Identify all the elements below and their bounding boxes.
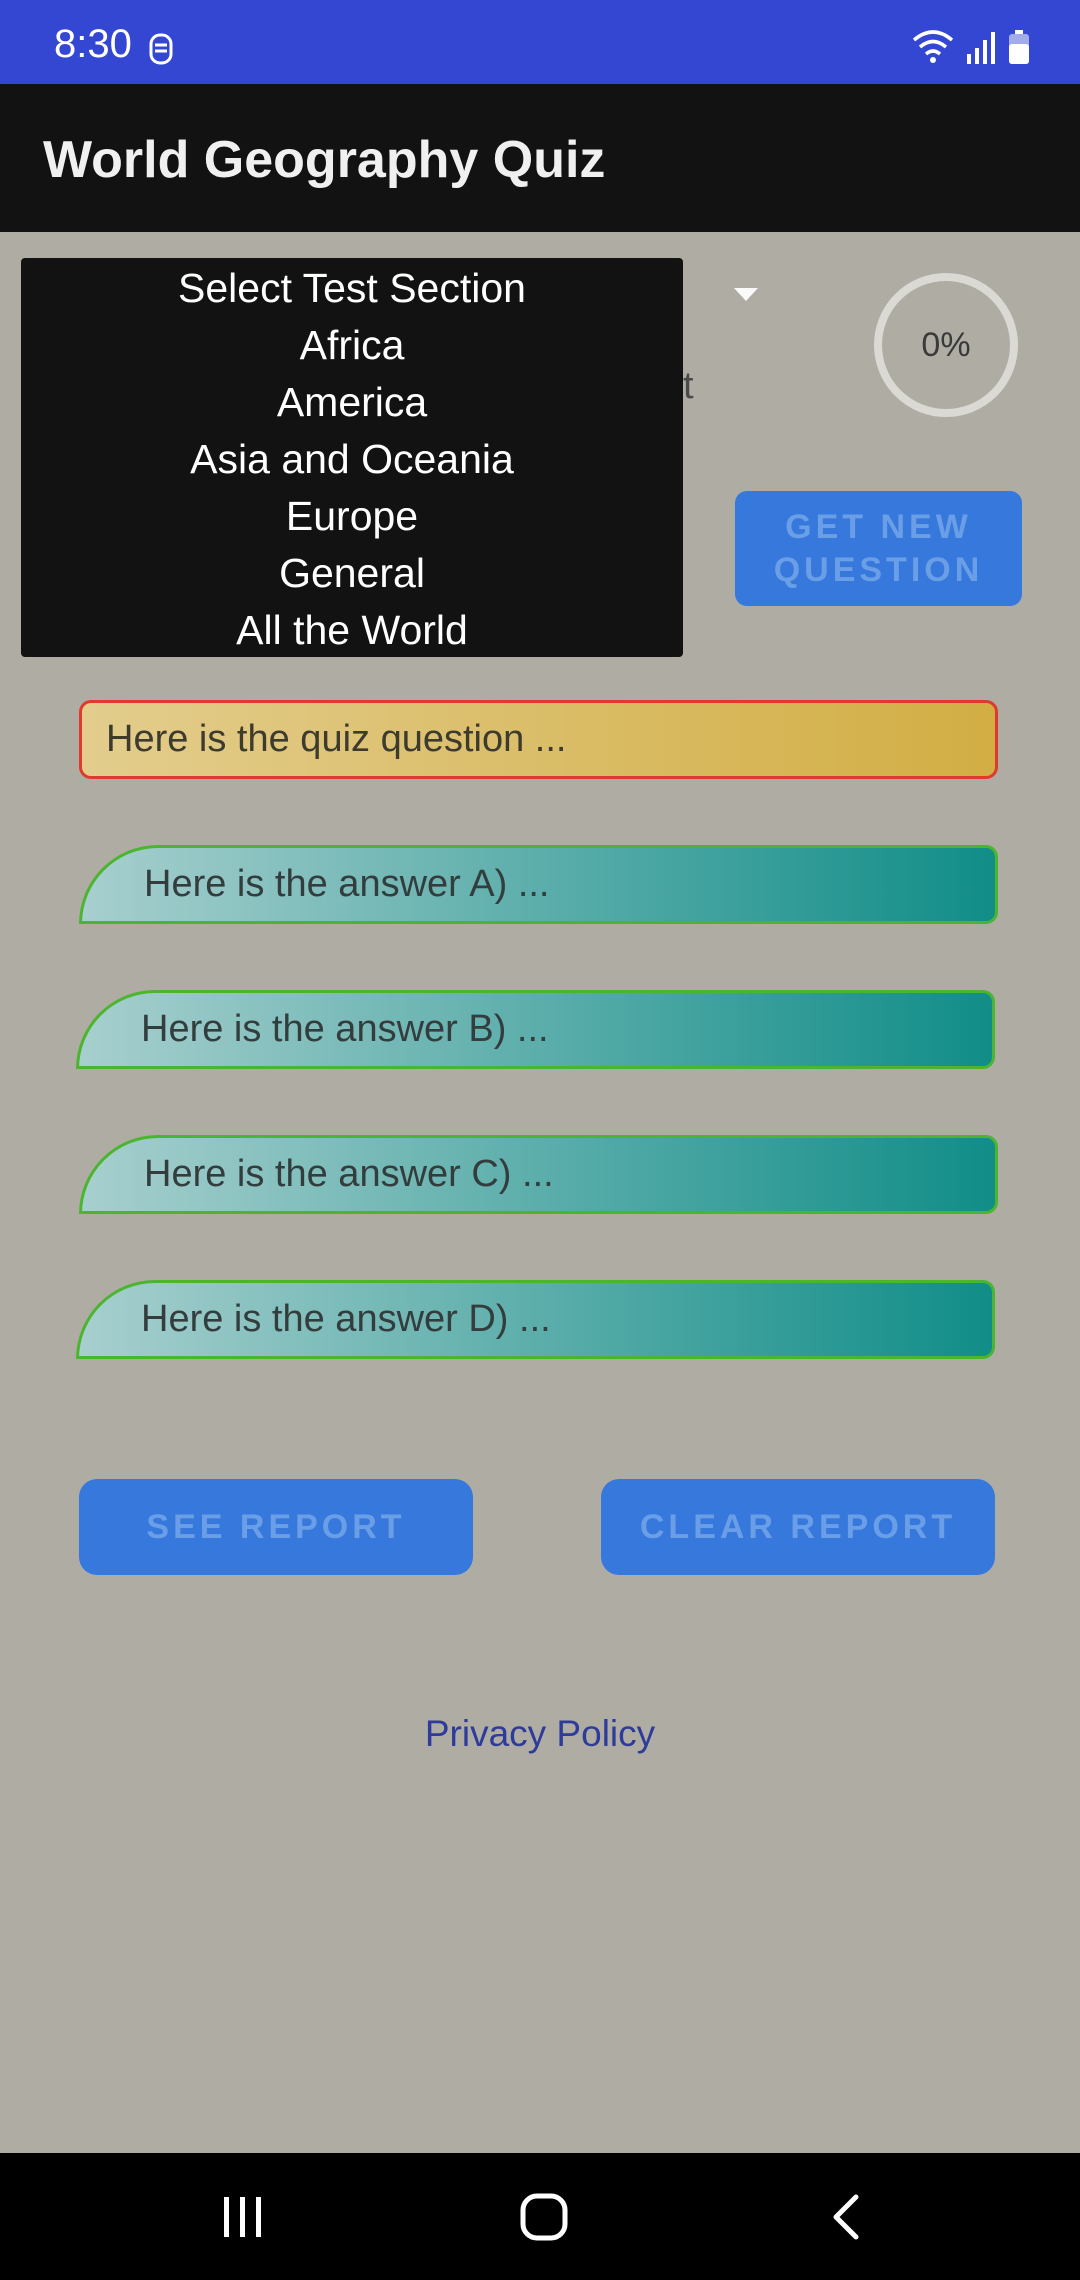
answer-c-button[interactable]: Here is the answer C) ... [79, 1135, 998, 1214]
answer-b-button[interactable]: Here is the answer B) ... [76, 990, 995, 1069]
clear-report-button[interactable]: CLEAR REPORT [601, 1479, 995, 1575]
answer-d-text: Here is the answer D) ... [141, 1298, 551, 1340]
dropdown-arrow-icon[interactable] [734, 288, 758, 301]
battery-icon [1009, 30, 1029, 64]
navigation-bar [0, 2153, 1080, 2280]
status-time: 8:30 [54, 22, 132, 66]
app-bar: World Geography Quiz [0, 84, 1080, 232]
answer-a-text: Here is the answer A) ... [144, 863, 550, 905]
sync-icon [149, 33, 173, 65]
dropdown-option-america[interactable]: America [21, 374, 683, 431]
app-screen: 8:30 World Geography Quiz 0% GET NEW QUE… [0, 0, 1080, 2280]
dropdown-option-general[interactable]: General [21, 545, 683, 602]
status-bar: 8:30 [0, 0, 1080, 84]
get-new-question-button[interactable]: GET NEW QUESTION [735, 491, 1022, 606]
back-icon[interactable] [818, 2193, 878, 2241]
section-dropdown: Select Test Section Africa America Asia … [21, 258, 683, 657]
progress-label: 0% [921, 325, 971, 364]
question-box: Here is the quiz question ... [79, 700, 998, 779]
dropdown-option-all-the-world[interactable]: All the World [21, 602, 683, 659]
status-icons [912, 30, 1030, 64]
progress-ring: 0% [874, 273, 1018, 417]
dropdown-option-europe[interactable]: Europe [21, 488, 683, 545]
answer-a-button[interactable]: Here is the answer A) ... [79, 845, 998, 924]
dropdown-option-africa[interactable]: Africa [21, 317, 683, 374]
privacy-policy-link[interactable]: Privacy Policy [0, 1713, 1080, 1755]
signal-icon [967, 32, 995, 64]
question-text: Here is the quiz question ... [106, 718, 567, 760]
recent-apps-icon[interactable] [212, 2193, 272, 2241]
answer-b-text: Here is the answer B) ... [141, 1008, 549, 1050]
wifi-icon [912, 30, 954, 63]
dropdown-option-select-test-section[interactable]: Select Test Section [21, 260, 683, 317]
home-icon[interactable] [514, 2193, 574, 2241]
answer-c-text: Here is the answer C) ... [144, 1153, 554, 1195]
answer-d-button[interactable]: Here is the answer D) ... [76, 1280, 995, 1359]
dropdown-option-asia-and-oceania[interactable]: Asia and Oceania [21, 431, 683, 488]
app-title: World Geography Quiz [43, 131, 606, 189]
see-report-button[interactable]: SEE REPORT [79, 1479, 473, 1575]
